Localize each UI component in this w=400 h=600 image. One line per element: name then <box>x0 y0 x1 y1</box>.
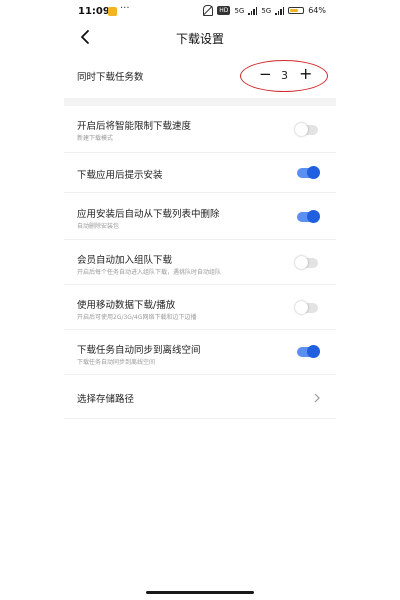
setting-row-team-download[interactable]: 会员自动加入组队下载 开启后每个任务自动进入组队下载，遇挑队时自动组队 <box>64 240 336 285</box>
notification-app-icon <box>108 7 117 16</box>
more-notifications-indicator: ··· <box>120 3 130 14</box>
signal-bars-icon-2 <box>275 6 285 15</box>
setting-title: 应用安装后自动从下载列表中删除 <box>77 209 220 220</box>
toggle-knob <box>307 345 320 358</box>
increment-button[interactable]: + <box>299 64 312 83</box>
decrement-button[interactable]: − <box>259 65 272 83</box>
battery-fill <box>290 9 298 12</box>
concurrent-downloads-row: 同时下载任务数 − 3 + <box>64 52 336 98</box>
toggle-knob <box>295 256 308 269</box>
offline-sync-toggle[interactable] <box>297 345 320 358</box>
chevron-right-icon <box>314 393 320 403</box>
page-title: 下载设置 <box>175 32 224 46</box>
setting-title: 下载任务自动同步到离线空间 <box>77 345 201 356</box>
setting-row-smart-speed-limit[interactable]: 开启后将智能限制下载速度 新建下载模式 <box>64 106 336 153</box>
status-bar: 11:09 ··· HD 5G 5G 64% <box>64 0 336 24</box>
setting-subtitle: 下载任务自动同步到离线空间 <box>77 359 156 366</box>
toggle-knob <box>295 301 308 314</box>
setting-title: 使用移动数据下载/播放 <box>77 300 176 311</box>
smart-speed-limit-toggle[interactable] <box>295 123 318 136</box>
stepper-value: 3 <box>281 69 288 82</box>
status-icons: HD 5G 5G 64% <box>203 5 326 16</box>
setting-row-auto-delete[interactable]: 应用安装后自动从下载列表中删除 自动删除安装包 <box>64 193 336 240</box>
setting-row-install-prompt[interactable]: 下载应用后提示安装 <box>64 153 336 193</box>
setting-title: 开启后将智能限制下载速度 <box>77 121 192 132</box>
auto-delete-toggle[interactable] <box>297 210 320 223</box>
battery-icon <box>288 7 305 14</box>
concurrent-downloads-label: 同时下载任务数 <box>77 72 144 83</box>
setting-subtitle: 开启后可使用2G/3G/4G网络下载和边下边播 <box>77 314 197 321</box>
network-type-1: 5G <box>234 6 245 15</box>
team-download-toggle[interactable] <box>295 256 318 269</box>
signal-bars-icon-1 <box>248 6 258 15</box>
setting-subtitle: 自动删除安装包 <box>77 223 120 230</box>
mobile-data-toggle[interactable] <box>295 301 318 314</box>
setting-title: 下载应用后提示安装 <box>77 170 163 181</box>
concurrent-downloads-stepper: − 3 + <box>240 60 328 92</box>
storage-path-row[interactable]: 选择存储路径 <box>64 375 336 419</box>
setting-title: 会员自动加入组队下载 <box>77 255 173 266</box>
network-type-2: 5G <box>261 6 272 15</box>
toggle-knob <box>307 210 320 223</box>
status-time: 11:09 <box>78 6 110 17</box>
download-settings-screen: 11:09 ··· HD 5G 5G 64% 下载设置 同时下载任务数 − 3 … <box>64 0 336 600</box>
page-header: 下载设置 <box>64 24 336 52</box>
install-prompt-toggle[interactable] <box>297 166 320 179</box>
setting-subtitle: 开启后每个任务自动进入组队下载，遇挑队时自动组队 <box>77 269 222 276</box>
setting-row-offline-sync[interactable]: 下载任务自动同步到离线空间 下载任务自动同步到离线空间 <box>64 330 336 375</box>
hd-badge: HD <box>217 6 231 15</box>
setting-row-mobile-data[interactable]: 使用移动数据下载/播放 开启后可使用2G/3G/4G网络下载和边下边播 <box>64 285 336 330</box>
toggle-knob <box>295 123 308 136</box>
storage-path-label: 选择存储路径 <box>77 394 135 405</box>
mute-bell-icon <box>203 5 214 16</box>
home-indicator <box>146 591 254 594</box>
toggle-knob <box>307 166 320 179</box>
section-divider <box>64 98 336 106</box>
setting-subtitle: 新建下载模式 <box>77 135 114 142</box>
battery-percent: 64% <box>308 6 326 15</box>
